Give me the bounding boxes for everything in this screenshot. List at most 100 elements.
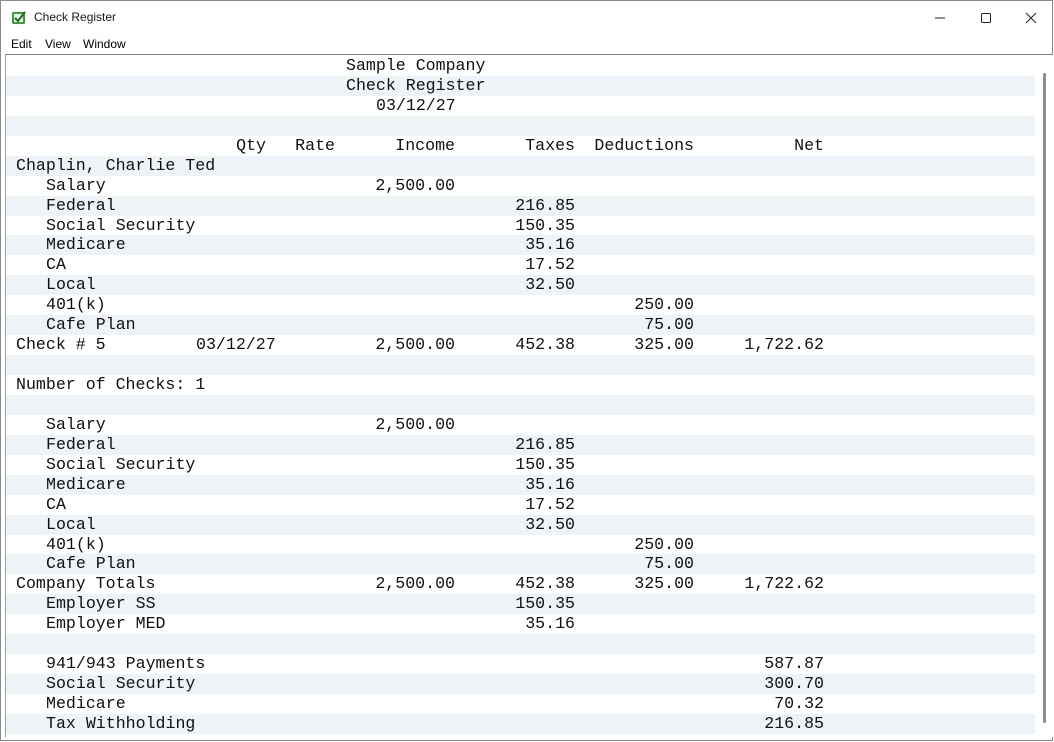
row-label: Medicare: [46, 235, 126, 255]
row-income: 2,500.00: [375, 414, 455, 434]
row-net: 587.87: [764, 654, 824, 674]
row-label: CA: [46, 255, 66, 275]
row-label: Salary: [46, 175, 106, 195]
row-income: 2,500.00: [375, 175, 455, 195]
report-row: Employer MED 35.16: [6, 614, 1035, 634]
scrollbar-thumb[interactable]: [1043, 73, 1046, 723]
row-label: Medicare: [46, 694, 126, 713]
report-row: Check Register: [6, 75, 1035, 96]
report-row: Cafe Plan 75.00: [6, 315, 1035, 336]
report-row: Federal 216.85: [6, 195, 1035, 216]
row-label: 941/943 Payments: [46, 654, 206, 674]
menu-edit[interactable]: Edit: [11, 36, 32, 52]
report-row: Social Security 150.35: [6, 455, 1035, 475]
row-label: Federal: [46, 195, 116, 215]
row-taxes: 17.52: [525, 494, 575, 514]
row-taxes: 452.38: [515, 574, 575, 594]
row-label: CA: [46, 494, 66, 514]
check-register-window: Check Register Edit View Window Sample C…: [0, 0, 1053, 741]
report-row: [6, 394, 1035, 415]
maximize-icon: [981, 12, 991, 23]
close-icon: [1025, 12, 1037, 23]
row-net: 300.70: [764, 674, 824, 694]
row-label: 401(k): [46, 295, 106, 315]
report-row: Tax Withholding 216.85: [6, 713, 1035, 734]
report-row: Employer SS 150.35: [6, 594, 1035, 615]
report-row: CA 17.52: [6, 255, 1035, 275]
row-income: 2,500.00: [375, 335, 455, 355]
row-deductions: 325.00: [634, 574, 694, 594]
row-deductions: 75.00: [644, 554, 694, 574]
row-label: 401(k): [46, 534, 106, 554]
row-taxes: 150.35: [515, 215, 575, 235]
report-viewport[interactable]: Sample Company Check Register 03/12/27 Qty R…: [5, 54, 1053, 737]
report-date: 03/12/27: [376, 95, 456, 115]
row-taxes: 32.50: [525, 275, 575, 295]
report-row: CA 17.52: [6, 495, 1035, 515]
row-label: Local: [46, 275, 96, 295]
row-label: Social Security: [46, 454, 196, 474]
row-label: Local: [46, 514, 96, 534]
report-row: Medicare 70.32: [6, 694, 1035, 714]
row-deductions: 75.00: [644, 315, 694, 335]
row-deductions: 325.00: [634, 335, 694, 355]
vertical-scrollbar[interactable]: [1035, 55, 1053, 737]
report-row: Cafe Plan 75.00: [6, 554, 1035, 575]
report-row: Social Security 300.70: [6, 674, 1035, 694]
row-taxes: 35.16: [525, 474, 575, 494]
report-row: [6, 355, 1035, 375]
row-deductions: 250.00: [634, 295, 694, 315]
report-row: Check # 5 03/12/27 2,500.00 452.38 325.00 1,7…: [6, 335, 1035, 355]
column-header-deductions: Deductions: [594, 135, 694, 155]
close-button[interactable]: [1008, 1, 1054, 34]
row-label: Employer MED: [46, 614, 166, 634]
report-row: 03/12/27: [6, 96, 1035, 116]
row-label: Social Security: [46, 215, 196, 235]
row-label: Check # 5: [16, 335, 106, 355]
minimize-button[interactable]: [917, 1, 963, 34]
row-taxes: 17.52: [525, 255, 575, 275]
row-deductions: 250.00: [634, 534, 694, 554]
report-row: Chaplin, Charlie Ted: [6, 155, 1035, 176]
report-row: [6, 115, 1035, 136]
column-header-income: Income: [395, 135, 455, 155]
row-net: 216.85: [764, 713, 824, 733]
column-header-net: Net: [794, 135, 824, 155]
report-row: Qty Rate Income Taxes Deductions Net: [6, 136, 1035, 156]
row-label: Salary: [46, 414, 106, 434]
maximize-button[interactable]: [963, 1, 1009, 34]
row-label: Cafe Plan: [46, 315, 136, 335]
report-company-name: Sample Company: [346, 56, 486, 75]
row-taxes: 32.50: [525, 514, 575, 534]
menu-view[interactable]: View: [45, 36, 71, 52]
report-row: Sample Company: [6, 56, 1035, 76]
report-row: 401(k) 250.00: [6, 295, 1035, 315]
row-label: Federal: [46, 434, 116, 454]
menu-window[interactable]: Window: [83, 36, 126, 52]
report-row: Number of Checks: 1: [6, 375, 1035, 395]
row-taxes: 216.85: [515, 195, 575, 215]
row-net: 1,722.62: [744, 335, 824, 355]
minimize-icon: [935, 17, 945, 18]
report-row: [6, 634, 1035, 655]
row-net: 70.32: [774, 694, 824, 713]
row-taxes: 35.16: [525, 614, 575, 634]
report-row: 941/943 Payments 587.87: [6, 654, 1035, 674]
check-register-report: Sample Company Check Register 03/12/27 Qty R…: [6, 56, 1035, 734]
report-row: Salary 2,500.00: [6, 176, 1035, 196]
row-taxes: 150.35: [515, 454, 575, 474]
report-row: Federal 216.85: [6, 434, 1035, 455]
row-label: Company Totals: [16, 574, 156, 594]
title-bar[interactable]: Check Register: [1, 1, 1052, 34]
row-label: Medicare: [46, 474, 126, 494]
row-income: 2,500.00: [375, 574, 455, 594]
column-header-rate: Rate: [295, 135, 335, 155]
report-row: Medicare 35.16: [6, 474, 1035, 495]
report-row: Local 32.50: [6, 275, 1035, 296]
row-label: Cafe Plan: [46, 554, 136, 574]
row-label: Tax Withholding: [46, 713, 196, 733]
report-row: Company Totals 2,500.00 452.38 325.00 1,722.…: [6, 574, 1035, 594]
check-register-app-icon: [11, 10, 27, 26]
report-title: Check Register: [346, 75, 486, 95]
window-title: Check Register: [34, 10, 117, 24]
